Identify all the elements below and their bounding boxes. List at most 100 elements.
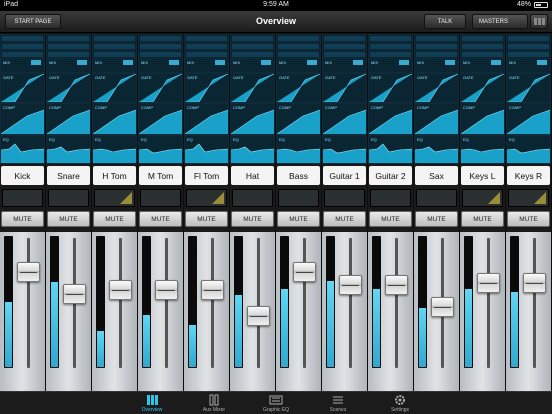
gate-section[interactable]: GATE bbox=[47, 74, 90, 102]
bus-assign-row[interactable] bbox=[277, 51, 320, 58]
channel-routing[interactable]: MIX GATE COMP EQ bbox=[0, 34, 45, 164]
bus-assign-row[interactable] bbox=[277, 43, 320, 50]
gate-section[interactable]: GATE bbox=[461, 74, 504, 102]
mix-section[interactable]: MIX bbox=[461, 59, 504, 72]
channel-name-button[interactable]: H Tom bbox=[93, 166, 136, 185]
mute-button[interactable]: MUTE bbox=[369, 211, 412, 227]
bus-assign-row[interactable] bbox=[93, 35, 136, 42]
channel-name-button[interactable]: Bass bbox=[277, 166, 320, 185]
comp-section[interactable]: COMP bbox=[47, 104, 90, 134]
channel-name-button[interactable]: Hat bbox=[231, 166, 274, 185]
mix-section[interactable]: MIX bbox=[139, 59, 182, 72]
bus-assign-row[interactable] bbox=[231, 35, 274, 42]
layout-toggle-button[interactable] bbox=[530, 14, 548, 29]
eq-section[interactable]: EQ bbox=[185, 136, 228, 163]
bus-assign-row[interactable] bbox=[139, 35, 182, 42]
eq-section[interactable]: EQ bbox=[323, 136, 366, 163]
bus-assign-row[interactable] bbox=[47, 51, 90, 58]
eq-section[interactable]: EQ bbox=[93, 136, 136, 163]
fader-knob[interactable] bbox=[293, 262, 316, 282]
bus-assign-row[interactable] bbox=[461, 35, 504, 42]
tab-aux-mixer[interactable]: Aux Mixer bbox=[183, 392, 245, 414]
fader-knob[interactable] bbox=[385, 275, 408, 295]
gate-section[interactable]: GATE bbox=[323, 74, 366, 102]
channel-name-button[interactable]: Keys R bbox=[507, 166, 550, 185]
tab-settings[interactable]: Settings bbox=[369, 392, 431, 414]
channel-routing[interactable]: MIX GATE COMP EQ bbox=[138, 34, 183, 164]
bus-assign-row[interactable] bbox=[231, 51, 274, 58]
fader-knob[interactable] bbox=[247, 306, 270, 326]
comp-section[interactable]: COMP bbox=[369, 104, 412, 134]
channel-routing[interactable]: MIX GATE COMP EQ bbox=[92, 34, 137, 164]
channel-routing[interactable]: MIX GATE COMP EQ bbox=[322, 34, 367, 164]
bus-assign-row[interactable] bbox=[277, 35, 320, 42]
mute-button[interactable]: MUTE bbox=[139, 211, 182, 227]
mute-button[interactable]: MUTE bbox=[1, 211, 44, 227]
mute-button[interactable]: MUTE bbox=[461, 211, 504, 227]
comp-section[interactable]: COMP bbox=[139, 104, 182, 134]
mute-button[interactable]: MUTE bbox=[93, 211, 136, 227]
bus-assign-row[interactable] bbox=[185, 51, 228, 58]
channel-name-button[interactable]: M Tom bbox=[139, 166, 182, 185]
bus-assign-row[interactable] bbox=[323, 43, 366, 50]
tab-graphic-eq[interactable]: Graphic EQ bbox=[245, 392, 307, 414]
fader-knob[interactable] bbox=[17, 262, 40, 282]
gate-section[interactable]: GATE bbox=[369, 74, 412, 102]
bus-assign-row[interactable] bbox=[47, 35, 90, 42]
gate-section[interactable]: GATE bbox=[231, 74, 274, 102]
gate-section[interactable]: GATE bbox=[93, 74, 136, 102]
start-page-button[interactable]: START PAGE bbox=[5, 14, 61, 29]
mute-button[interactable]: MUTE bbox=[277, 211, 320, 227]
mix-section[interactable]: MIX bbox=[323, 59, 366, 72]
channel-routing[interactable]: MIX GATE COMP EQ bbox=[506, 34, 551, 164]
mix-section[interactable]: MIX bbox=[369, 59, 412, 72]
eq-section[interactable]: EQ bbox=[369, 136, 412, 163]
bus-assign-row[interactable] bbox=[323, 35, 366, 42]
fader-knob[interactable] bbox=[109, 280, 132, 300]
bus-assign-row[interactable] bbox=[369, 43, 412, 50]
gate-section[interactable]: GATE bbox=[507, 74, 550, 102]
comp-section[interactable]: COMP bbox=[93, 104, 136, 134]
gate-section[interactable]: GATE bbox=[277, 74, 320, 102]
eq-section[interactable]: EQ bbox=[277, 136, 320, 163]
mix-section[interactable]: MIX bbox=[277, 59, 320, 72]
fader-knob[interactable] bbox=[155, 280, 178, 300]
bus-assign-row[interactable] bbox=[415, 43, 458, 50]
channel-routing[interactable]: MIX GATE COMP EQ bbox=[460, 34, 505, 164]
channel-name-button[interactable]: Guitar 1 bbox=[323, 166, 366, 185]
channel-name-button[interactable]: Snare bbox=[47, 166, 90, 185]
bus-assign-row[interactable] bbox=[93, 43, 136, 50]
tab-overview[interactable]: Overview bbox=[121, 392, 183, 414]
fader-knob[interactable] bbox=[477, 273, 500, 293]
bus-assign-row[interactable] bbox=[1, 51, 44, 58]
comp-section[interactable]: COMP bbox=[231, 104, 274, 134]
bus-assign-row[interactable] bbox=[1, 35, 44, 42]
bus-assign-row[interactable] bbox=[139, 51, 182, 58]
comp-section[interactable]: COMP bbox=[1, 104, 44, 134]
mute-button[interactable]: MUTE bbox=[231, 211, 274, 227]
mute-button[interactable]: MUTE bbox=[415, 211, 458, 227]
bus-assign-row[interactable] bbox=[461, 43, 504, 50]
eq-section[interactable]: EQ bbox=[507, 136, 550, 163]
channel-name-button[interactable]: Guitar 2 bbox=[369, 166, 412, 185]
bus-assign-row[interactable] bbox=[369, 51, 412, 58]
mix-section[interactable]: MIX bbox=[47, 59, 90, 72]
mix-section[interactable]: MIX bbox=[507, 59, 550, 72]
channel-name-button[interactable]: Fl Tom bbox=[185, 166, 228, 185]
channel-routing[interactable]: MIX GATE COMP EQ bbox=[230, 34, 275, 164]
bus-assign-row[interactable] bbox=[185, 43, 228, 50]
bus-assign-row[interactable] bbox=[1, 43, 44, 50]
masters-button[interactable]: MASTERS bbox=[472, 14, 528, 29]
comp-section[interactable]: COMP bbox=[323, 104, 366, 134]
mute-button[interactable]: MUTE bbox=[47, 211, 90, 227]
eq-section[interactable]: EQ bbox=[461, 136, 504, 163]
mix-section[interactable]: MIX bbox=[1, 59, 44, 72]
bus-assign-row[interactable] bbox=[231, 43, 274, 50]
gate-section[interactable]: GATE bbox=[139, 74, 182, 102]
mix-section[interactable]: MIX bbox=[231, 59, 274, 72]
mix-section[interactable]: MIX bbox=[93, 59, 136, 72]
comp-section[interactable]: COMP bbox=[415, 104, 458, 134]
gate-section[interactable]: GATE bbox=[185, 74, 228, 102]
channel-routing[interactable]: MIX GATE COMP EQ bbox=[46, 34, 91, 164]
bus-assign-row[interactable] bbox=[507, 43, 550, 50]
